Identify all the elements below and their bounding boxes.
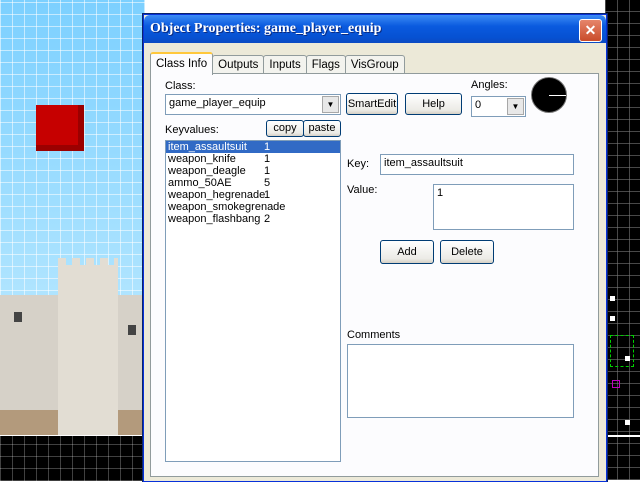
title-bar[interactable]: Object Properties: game_player_equip — [144, 15, 606, 43]
list-item[interactable]: weapon_smokegrenade — [166, 201, 340, 213]
list-item[interactable]: weapon_hegrenade 1 — [166, 189, 340, 201]
angles-label: Angles: — [471, 79, 508, 91]
value-field[interactable]: 1 — [433, 184, 574, 230]
vertex-handle[interactable] — [625, 420, 630, 425]
keyvalue-value: 5 — [264, 177, 271, 189]
2d-viewport-bottom[interactable] — [0, 435, 145, 481]
3d-viewport[interactable] — [0, 0, 145, 435]
2d-viewport-right[interactable] — [605, 0, 640, 480]
chevron-down-icon[interactable]: ▼ — [507, 98, 524, 115]
class-combobox[interactable]: game_player_equip ▼ — [165, 94, 341, 115]
copy-button[interactable]: copy — [266, 120, 304, 137]
viewport-divider — [605, 435, 640, 437]
class-value: game_player_equip — [169, 97, 266, 109]
value-label: Value: — [347, 184, 378, 196]
red-cube-entity[interactable] — [36, 105, 84, 151]
keyvalue-key: weapon_deagle — [168, 165, 246, 177]
list-item[interactable]: weapon_flashbang 2 — [166, 213, 340, 225]
keyvalue-key: weapon_hegrenade — [168, 189, 266, 201]
key-field[interactable]: item_assaultsuit — [380, 154, 574, 175]
list-item[interactable]: ammo_50AE 5 — [166, 177, 340, 189]
selection-box[interactable] — [610, 335, 634, 367]
class-info-panel: Class: game_player_equip ▼ SmartEdit Hel… — [150, 73, 599, 477]
tab-inputs[interactable]: Inputs — [263, 55, 307, 74]
list-item[interactable]: weapon_deagle 1 — [166, 165, 340, 177]
keyvalue-value: 1 — [264, 153, 271, 165]
angle-dial-hand — [549, 95, 566, 96]
object-properties-dialog: Object Properties: game_player_equip ✕ C… — [143, 14, 607, 482]
wall-window — [128, 325, 136, 335]
tab-flags[interactable]: Flags — [305, 55, 346, 74]
close-button[interactable]: ✕ — [579, 19, 602, 42]
keyvalues-label: Keyvalues: — [165, 124, 219, 136]
class-label: Class: — [165, 80, 196, 92]
tab-visgroup[interactable]: VisGroup — [344, 55, 405, 74]
keyvalues-list[interactable]: item_assaultsuit 1 weapon_knife 1 weapon… — [165, 140, 341, 462]
add-button[interactable]: Add — [380, 240, 434, 264]
comments-label: Comments — [347, 329, 401, 341]
castle-tower — [58, 265, 118, 435]
tab-outputs[interactable]: Outputs — [212, 55, 265, 74]
keyvalue-value: 1 — [264, 141, 271, 153]
delete-button[interactable]: Delete — [440, 240, 494, 264]
keyvalue-key: item_assaultsuit — [168, 141, 247, 153]
list-item[interactable]: weapon_knife 1 — [166, 153, 340, 165]
comments-field[interactable] — [347, 344, 574, 418]
keyvalue-value: 2 — [264, 213, 271, 225]
vertex-handle[interactable] — [625, 356, 630, 361]
keyvalue-key: weapon_knife — [168, 153, 236, 165]
chevron-down-icon[interactable]: ▼ — [322, 96, 339, 113]
wall-window — [14, 312, 22, 322]
vertex-handle[interactable] — [610, 316, 615, 321]
list-item[interactable]: item_assaultsuit 1 — [166, 141, 340, 153]
tab-class-info[interactable]: Class Info — [150, 52, 214, 75]
vertex-handle[interactable] — [610, 296, 615, 301]
keyvalue-value: 1 — [264, 165, 271, 177]
keyvalue-key: weapon_flashbang — [168, 213, 261, 225]
tab-strip: Class Info Outputs Inputs Flags VisGroup — [150, 52, 405, 75]
keyvalue-key: weapon_smokegrenade — [168, 201, 286, 213]
angles-value: 0 — [475, 99, 482, 111]
entity-marker[interactable] — [612, 380, 620, 388]
paste-button[interactable]: paste — [303, 120, 341, 137]
keyvalue-value: 1 — [264, 189, 271, 201]
key-label: Key: — [347, 158, 370, 170]
angle-dial[interactable] — [531, 77, 567, 113]
window-title: Object Properties: game_player_equip — [150, 21, 382, 36]
help-button[interactable]: Help — [405, 93, 462, 115]
angles-combobox[interactable]: 0 ▼ — [471, 96, 526, 117]
keyvalue-key: ammo_50AE — [168, 177, 232, 189]
smartedit-button[interactable]: SmartEdit — [346, 93, 398, 115]
